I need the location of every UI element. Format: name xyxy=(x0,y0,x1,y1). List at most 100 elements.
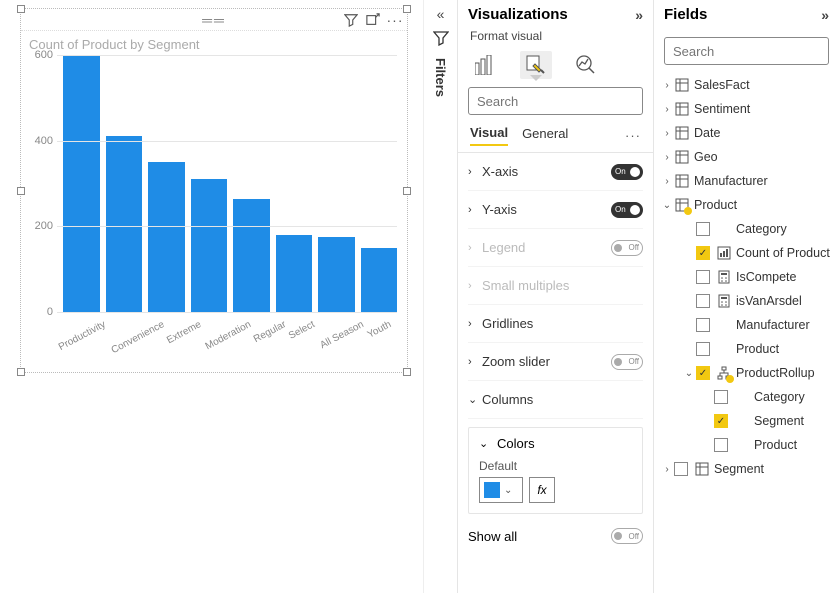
viz-search-input[interactable] xyxy=(475,93,655,110)
field-manufacturer[interactable]: Manufacturer xyxy=(660,313,833,337)
tab-visual[interactable]: Visual xyxy=(470,125,508,146)
bar[interactable] xyxy=(191,179,228,312)
visual-tile[interactable]: ══ ··· Count of Product by Segment 02004… xyxy=(20,8,408,373)
prop-toggle[interactable]: Off xyxy=(611,354,643,370)
more-options-icon[interactable]: ··· xyxy=(387,12,403,28)
prop-xaxis[interactable]: ›X-axisOn xyxy=(468,153,643,191)
resize-handle[interactable] xyxy=(403,187,411,195)
prop-columns[interactable]: ⌄Columns xyxy=(468,381,643,419)
focus-mode-icon[interactable] xyxy=(365,12,381,28)
checkbox[interactable] xyxy=(696,294,710,308)
checkbox[interactable]: ✓ xyxy=(696,246,710,260)
table-date[interactable]: ›Date xyxy=(660,121,833,145)
chevron-right-icon[interactable]: › xyxy=(468,204,482,216)
filter-icon[interactable] xyxy=(343,12,359,28)
chevron-right-icon[interactable]: › xyxy=(468,318,482,330)
chevron-right-icon[interactable]: › xyxy=(660,80,674,91)
format-visual-icon[interactable] xyxy=(520,51,552,79)
prop-label: Legend xyxy=(482,240,611,255)
table-manufacturer[interactable]: ›Manufacturer xyxy=(660,169,833,193)
expand-filters-icon[interactable]: « xyxy=(437,6,445,22)
chevron-right-icon[interactable]: › xyxy=(660,176,674,187)
chevron-right-icon[interactable]: › xyxy=(660,104,674,115)
tab-general[interactable]: General xyxy=(522,126,568,145)
color-picker-button[interactable]: ⌄ xyxy=(479,477,523,503)
drag-grip-icon[interactable]: ══ xyxy=(202,12,226,28)
resize-handle[interactable] xyxy=(17,5,25,13)
resize-handle[interactable] xyxy=(17,368,25,376)
checkbox[interactable] xyxy=(696,222,710,236)
chevron-down-icon[interactable]: ⌄ xyxy=(468,393,482,406)
chevron-right-icon[interactable]: › xyxy=(468,356,482,368)
checkbox[interactable] xyxy=(674,462,688,476)
viz-search[interactable] xyxy=(468,87,643,115)
chevron-right-icon[interactable]: › xyxy=(660,128,674,139)
chevron-down-icon[interactable]: ⌄ xyxy=(479,437,493,450)
bar[interactable] xyxy=(276,235,313,312)
collapse-fields-icon[interactable]: » xyxy=(821,7,829,23)
checkbox[interactable] xyxy=(714,438,728,452)
prop-label: Zoom slider xyxy=(482,354,611,369)
checkbox[interactable]: ✓ xyxy=(714,414,728,428)
field-iscompete[interactable]: IsCompete xyxy=(660,265,833,289)
chevron-down-icon[interactable]: ⌄ xyxy=(660,200,674,211)
visual-header: ══ ··· xyxy=(21,9,407,31)
chevron-right-icon[interactable]: › xyxy=(660,464,674,475)
checkbox[interactable] xyxy=(696,342,710,356)
resize-handle[interactable] xyxy=(17,187,25,195)
fields-title: Fields xyxy=(664,6,707,23)
chevron-right-icon[interactable]: › xyxy=(660,152,674,163)
table-segment[interactable]: ›Segment xyxy=(660,457,833,481)
colors-default-label: Default xyxy=(479,459,632,473)
field-productrollup[interactable]: ⌄✓ProductRollup xyxy=(660,361,833,385)
field-segment[interactable]: ✓Segment xyxy=(660,409,833,433)
prop-grid[interactable]: ›Gridlines xyxy=(468,305,643,343)
format-visual-label: Format visual xyxy=(458,29,653,47)
chevron-down-icon: ⌄ xyxy=(504,485,512,496)
bar[interactable] xyxy=(63,55,100,312)
fx-button[interactable]: fx xyxy=(529,477,555,503)
bar[interactable] xyxy=(233,199,270,313)
table-salesfact[interactable]: ›SalesFact xyxy=(660,73,833,97)
prop-yaxis[interactable]: ›Y-axisOn xyxy=(468,191,643,229)
chart-x-axis: ProductivityConvenienceExtremeModeration… xyxy=(57,312,397,372)
field-count-of-product[interactable]: ✓Count of Product xyxy=(660,241,833,265)
prop-zoom[interactable]: ›Zoom sliderOff xyxy=(468,343,643,381)
visualizations-pane: Visualizations » Format visual Visual Ge… xyxy=(457,0,653,593)
resize-handle[interactable] xyxy=(403,368,411,376)
x-tick: Extreme xyxy=(167,312,204,372)
checkbox[interactable] xyxy=(696,270,710,284)
analytics-icon[interactable] xyxy=(570,51,602,79)
prop-toggle[interactable]: On xyxy=(611,164,643,180)
chevron-down-icon[interactable]: ⌄ xyxy=(682,368,696,379)
table-sentiment[interactable]: › Sentiment xyxy=(660,97,833,121)
field-category[interactable]: Category xyxy=(660,217,833,241)
calc-column-icon xyxy=(716,294,732,308)
fields-search[interactable] xyxy=(664,37,829,65)
table-geo[interactable]: ›Geo xyxy=(660,145,833,169)
checkbox[interactable] xyxy=(696,318,710,332)
funnel-icon[interactable] xyxy=(433,30,449,46)
field-product[interactable]: Product xyxy=(660,433,833,457)
table-label: Sentiment xyxy=(694,102,750,116)
bar[interactable] xyxy=(361,248,398,312)
tab-more-icon[interactable]: ··· xyxy=(625,128,641,143)
bar[interactable] xyxy=(318,237,355,312)
prop-toggle[interactable]: On xyxy=(611,202,643,218)
build-visual-icon[interactable] xyxy=(470,51,502,79)
show-all-toggle[interactable]: Off xyxy=(611,528,643,544)
field-product[interactable]: Product xyxy=(660,337,833,361)
chevron-right-icon[interactable]: › xyxy=(468,166,482,178)
resize-handle[interactable] xyxy=(403,5,411,13)
field-label: isVanArsdel xyxy=(736,294,802,308)
bar[interactable] xyxy=(148,162,185,312)
fields-search-input[interactable] xyxy=(671,43,839,60)
field-category[interactable]: Category xyxy=(660,385,833,409)
field-isvanarsdel[interactable]: isVanArsdel xyxy=(660,289,833,313)
collapse-viz-icon[interactable]: » xyxy=(635,7,643,23)
table-product[interactable]: ⌄Product xyxy=(660,193,833,217)
checkbox[interactable] xyxy=(714,390,728,404)
field-label: Product xyxy=(736,342,779,356)
bar[interactable] xyxy=(106,136,143,312)
checkbox[interactable]: ✓ xyxy=(696,366,710,380)
